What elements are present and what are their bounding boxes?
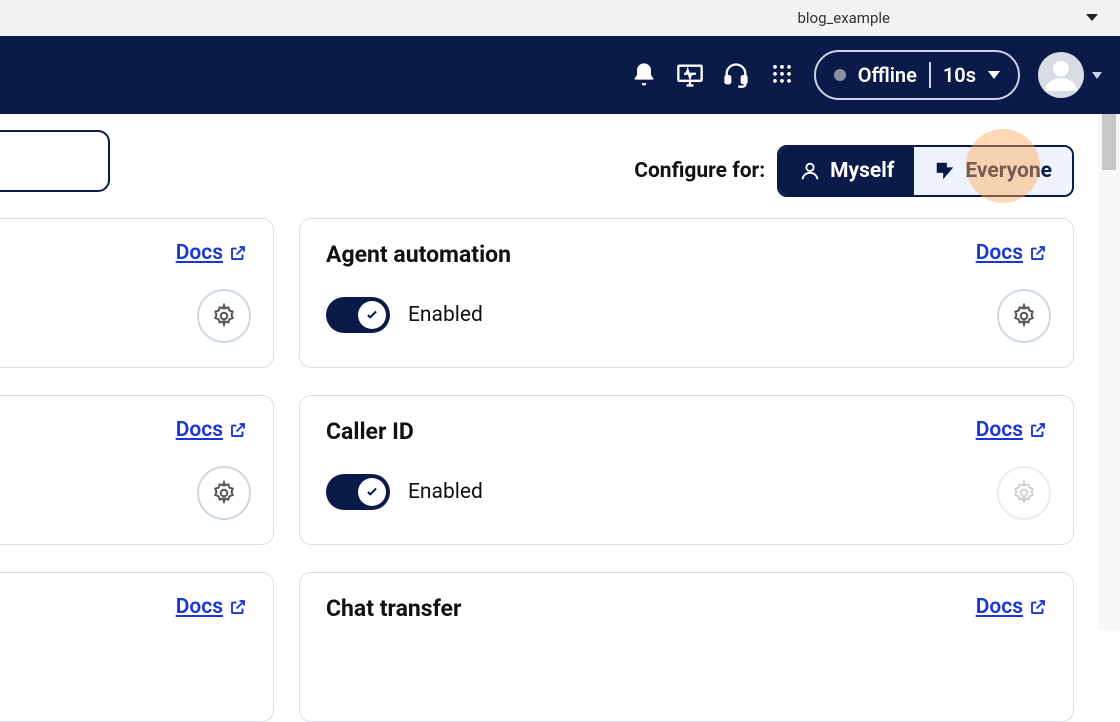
docs-link[interactable]: Docs [176,241,247,265]
headset-icon[interactable] [722,61,750,89]
scrollbar-track[interactable] [1098,114,1120,630]
external-link-icon [229,244,247,262]
search-input[interactable] [0,130,110,192]
enable-toggle[interactable] [326,474,390,510]
configure-for-label: Configure for: [634,159,765,183]
toggle-label: Enabled [408,480,483,504]
toggle-label: Enabled [408,303,483,327]
external-link-icon [229,598,247,616]
chevron-down-icon [1092,72,1102,79]
feature-card-partial-2: Docs [0,395,274,545]
feature-card-chat-transfer: Chat transfer Docs [299,572,1074,722]
card-title: Caller ID [326,418,1047,445]
presence-status-selector[interactable]: Offline 10s [814,50,1020,100]
docs-link[interactable]: Docs [176,595,247,619]
configure-myself-label: Myself [830,159,894,183]
enable-toggle[interactable] [326,297,390,333]
configure-myself-button[interactable]: Myself [779,147,914,195]
status-label: Offline [858,63,917,87]
docs-link[interactable]: Docs [976,241,1047,265]
card-title: Chat transfer [326,595,1047,622]
toggle-knob [358,478,386,506]
monitor-pulse-icon[interactable] [676,61,704,89]
status-time: 10s [943,63,976,87]
dialpad-icon[interactable] [768,61,796,89]
external-link-icon [1029,244,1047,262]
settings-button[interactable] [197,466,251,520]
divider [929,62,931,88]
external-link-icon [1029,421,1047,439]
feature-card-caller-id: Caller ID Docs Enabled [299,395,1074,545]
chevron-down-icon [988,71,1000,79]
navbar: Offline 10s [0,36,1120,114]
toggle-knob [358,301,386,329]
configure-everyone-label: Everyone [965,159,1052,183]
user-menu[interactable] [1038,52,1102,98]
configure-everyone-button[interactable]: Everyone [914,147,1072,195]
external-link-icon [1029,598,1047,616]
avatar-icon [1038,52,1084,98]
configure-for-segmented: Myself Everyone [777,145,1074,197]
settings-button-disabled [997,466,1051,520]
settings-button[interactable] [997,289,1051,343]
docs-link[interactable]: Docs [976,418,1047,442]
environment-name: blog_example [797,9,890,27]
external-link-icon [229,421,247,439]
card-title: Agent automation [326,241,1047,268]
bell-icon[interactable] [630,61,658,89]
environment-dropdown-caret[interactable] [1086,14,1098,21]
feature-card-partial-3: Docs [0,572,274,722]
docs-link[interactable]: Docs [976,595,1047,619]
configure-for-row: Configure for: Myself Everyone [634,145,1074,197]
feature-card-agent-automation: Agent automation Docs Enabled [299,218,1074,368]
settings-button[interactable] [197,289,251,343]
scrollbar-thumb[interactable] [1102,114,1116,170]
status-dot-icon [834,69,846,81]
feature-card-partial-1: Docs [0,218,274,368]
environment-bar: blog_example [0,0,1120,36]
docs-link[interactable]: Docs [176,418,247,442]
